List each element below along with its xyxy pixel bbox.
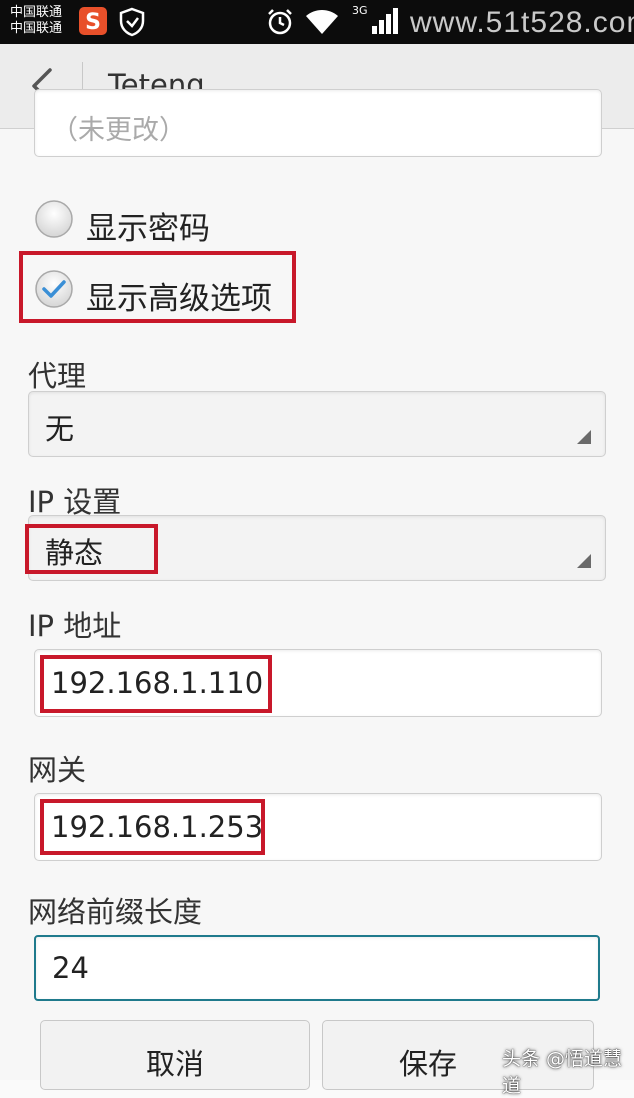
wifi-icon bbox=[304, 8, 340, 40]
show-password-label: 显示密码 bbox=[86, 211, 210, 247]
password-input[interactable]: （未更改） bbox=[34, 89, 602, 157]
gateway-label: 网关 bbox=[28, 753, 87, 787]
carrier-label: 中国联通 中国联通 bbox=[10, 5, 62, 37]
show-password-checkbox[interactable] bbox=[34, 199, 74, 239]
highlight-box-ip-settings bbox=[25, 524, 158, 574]
carrier-line-1: 中国联通 bbox=[10, 5, 63, 20]
dropdown-triangle-icon bbox=[577, 430, 591, 444]
unchecked-circle-icon bbox=[35, 200, 73, 238]
highlight-box-gateway bbox=[40, 799, 265, 855]
proxy-select[interactable]: 无 bbox=[28, 391, 606, 457]
status-bar: 中国联通 中国联通 S 3G www.51t528.com bbox=[0, 0, 634, 44]
watermark-bottom: 头条 @悟道慧道 bbox=[502, 1048, 623, 1097]
proxy-label: 代理 bbox=[28, 359, 87, 393]
network-type-label: 3G bbox=[352, 4, 368, 17]
highlight-box-advanced bbox=[19, 251, 296, 323]
password-input-value: （未更改） bbox=[51, 115, 186, 146]
proxy-select-value: 无 bbox=[45, 412, 75, 446]
shield-icon bbox=[118, 7, 146, 41]
highlight-box-ip-address bbox=[40, 655, 272, 713]
watermark-text: www.51t528.com bbox=[410, 6, 634, 39]
dropdown-triangle-icon bbox=[577, 554, 591, 568]
prefix-length-input[interactable]: 24 bbox=[34, 935, 600, 1001]
svg-text:S: S bbox=[85, 10, 101, 35]
prefix-length-label: 网络前缀长度 bbox=[28, 895, 203, 929]
carrier-line-2: 中国联通 bbox=[10, 21, 63, 36]
ip-address-label: IP 地址 bbox=[28, 609, 122, 643]
signal-icon bbox=[370, 8, 400, 40]
sogou-input-icon: S bbox=[78, 6, 108, 40]
prefix-length-input-value: 24 bbox=[52, 951, 89, 985]
wifi-config-form: （未更改） 显示密码 显示高级选项 代理 无 IP 设置 静态 IP 地址 19… bbox=[0, 89, 634, 1080]
alarm-icon bbox=[266, 7, 294, 41]
